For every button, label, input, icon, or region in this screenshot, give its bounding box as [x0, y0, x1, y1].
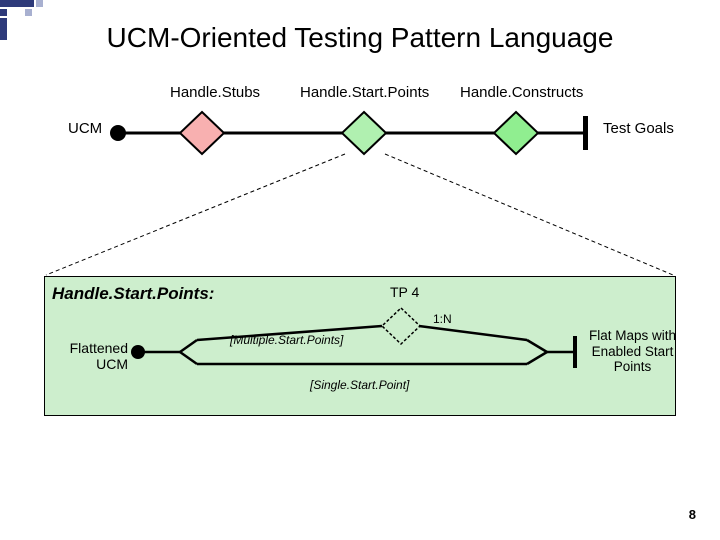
labels-row: Handle.Stubs Handle.Start.Points Handle.… [0, 84, 720, 104]
end-bar-icon [583, 116, 588, 150]
diamond-constructs-icon [494, 112, 538, 154]
label-single-startpoint: [Single.Start.Point] [310, 378, 409, 392]
label-multiple-startpoints: [Multiple.Start.Points] [230, 333, 343, 347]
label-handle-stubs: Handle.Stubs [170, 84, 260, 101]
label-handle-constructs: Handle.Constructs [460, 84, 583, 101]
dashed-diamond-icon [382, 308, 420, 344]
detail-end-bar-icon [573, 336, 577, 368]
page-number: 8 [689, 507, 696, 522]
label-test-goals: Test Goals [603, 120, 674, 137]
diamond-stubs-icon [180, 112, 224, 154]
start-dot-icon [110, 125, 126, 141]
label-handle-startpoints: Handle.Start.Points [300, 84, 429, 101]
slide: UCM-Oriented Testing Pattern Language Ha… [0, 0, 720, 540]
diamond-startpoints-icon [342, 112, 386, 154]
slide-title: UCM-Oriented Testing Pattern Language [0, 22, 720, 54]
connector-lines-svg [0, 150, 720, 278]
